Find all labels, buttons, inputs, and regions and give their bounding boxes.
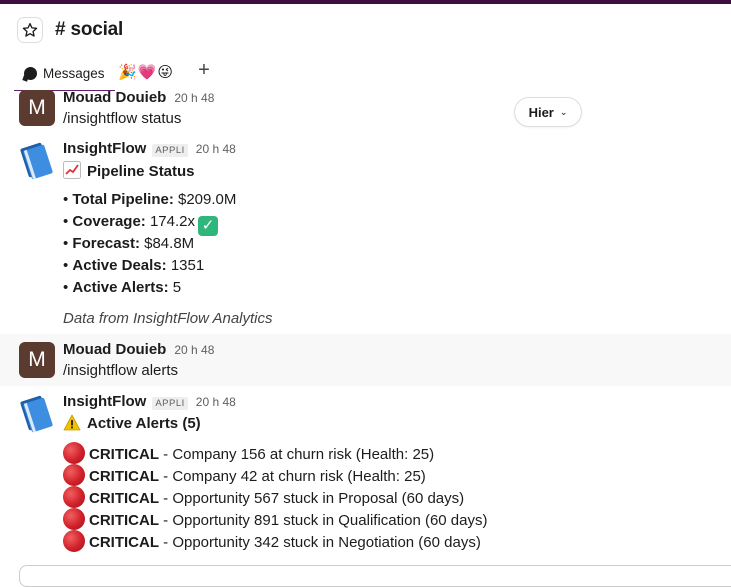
list-item: • Active Alerts: 5 — [63, 279, 182, 296]
insightflow-app-icon[interactable] — [18, 395, 56, 433]
add-tab-button[interactable]: + — [194, 59, 214, 82]
heading-text: Pipeline Status — [87, 163, 195, 180]
day-divider-button[interactable]: Hier ⌄ — [514, 97, 582, 127]
alert-item: CRITICAL - Opportunity 891 stuck in Qual… — [63, 508, 488, 530]
warning-icon — [63, 414, 81, 431]
red-circle-icon — [63, 486, 85, 508]
avatar[interactable]: M — [19, 342, 55, 378]
message-author[interactable]: InsightFlow — [63, 393, 146, 410]
message-heading: Active Alerts (5) — [63, 414, 201, 432]
message: InsightFlow APPLI 20 h 48 Pipeline Statu… — [0, 139, 731, 334]
check-mark-icon: ✓ — [198, 216, 218, 236]
message-time[interactable]: 20 h 48 — [174, 343, 214, 357]
message-footer: Data from InsightFlow Analytics — [63, 310, 273, 327]
star-button[interactable] — [17, 17, 43, 43]
avatar[interactable]: M — [19, 90, 55, 126]
message-author[interactable]: Mouad Douieb — [63, 89, 166, 106]
message-heading: Pipeline Status — [63, 161, 195, 180]
tab-messages[interactable]: Messages — [14, 56, 115, 92]
red-circle-icon — [63, 464, 85, 486]
message-author[interactable]: InsightFlow — [63, 140, 146, 157]
day-divider-label: Hier — [528, 104, 554, 120]
message-text: /insightflow alerts — [63, 362, 179, 379]
tab-emoji[interactable]: 🎉💗😜 — [118, 63, 174, 81]
message-time[interactable]: 20 h 48 — [196, 142, 236, 156]
message-bubble-icon — [24, 67, 37, 80]
star-icon — [22, 23, 38, 37]
alert-item: CRITICAL - Opportunity 342 stuck in Nego… — [63, 530, 481, 552]
alert-item: CRITICAL - Company 156 at churn risk (He… — [63, 442, 434, 464]
app-badge: APPLI — [152, 144, 188, 157]
chevron-down-icon: ⌄ — [559, 106, 568, 117]
message-text: /insightflow status — [63, 110, 182, 127]
list-item: • Active Deals: 1351 — [63, 257, 205, 274]
alert-item: CRITICAL - Opportunity 567 stuck in Prop… — [63, 486, 464, 508]
message-time[interactable]: 20 h 48 — [174, 91, 214, 105]
tab-messages-label: Messages — [43, 66, 105, 81]
app-badge: APPLI — [152, 397, 188, 410]
message: M Mouad Douieb 20 h 48 /insightflow aler… — [0, 334, 731, 386]
message: InsightFlow APPLI 20 h 48 Active Alerts … — [0, 386, 731, 561]
list-item: • Total Pipeline: $209.0M — [63, 191, 237, 208]
red-circle-icon — [63, 508, 85, 530]
message: M Mouad Douieb 20 h 48 /insightflow stat… — [0, 89, 731, 135]
insightflow-app-icon[interactable] — [18, 142, 56, 180]
message-composer[interactable] — [19, 565, 731, 587]
red-circle-icon — [63, 530, 85, 552]
alert-item: CRITICAL - Company 42 at churn risk (Hea… — [63, 464, 426, 486]
chart-increasing-icon — [63, 161, 81, 179]
channel-title[interactable]: # social — [55, 19, 123, 41]
channel-tabs: Messages 🎉💗😜 + — [0, 56, 731, 92]
message-time[interactable]: 20 h 48 — [196, 395, 236, 409]
heading-text: Active Alerts (5) — [87, 415, 201, 432]
list-item: • Forecast: $84.8M — [63, 235, 195, 252]
red-circle-icon — [63, 442, 85, 464]
message-author[interactable]: Mouad Douieb — [63, 341, 166, 358]
list-item: • Coverage: 174.2x ✓ — [63, 213, 218, 236]
channel-header: # social — [0, 4, 731, 56]
